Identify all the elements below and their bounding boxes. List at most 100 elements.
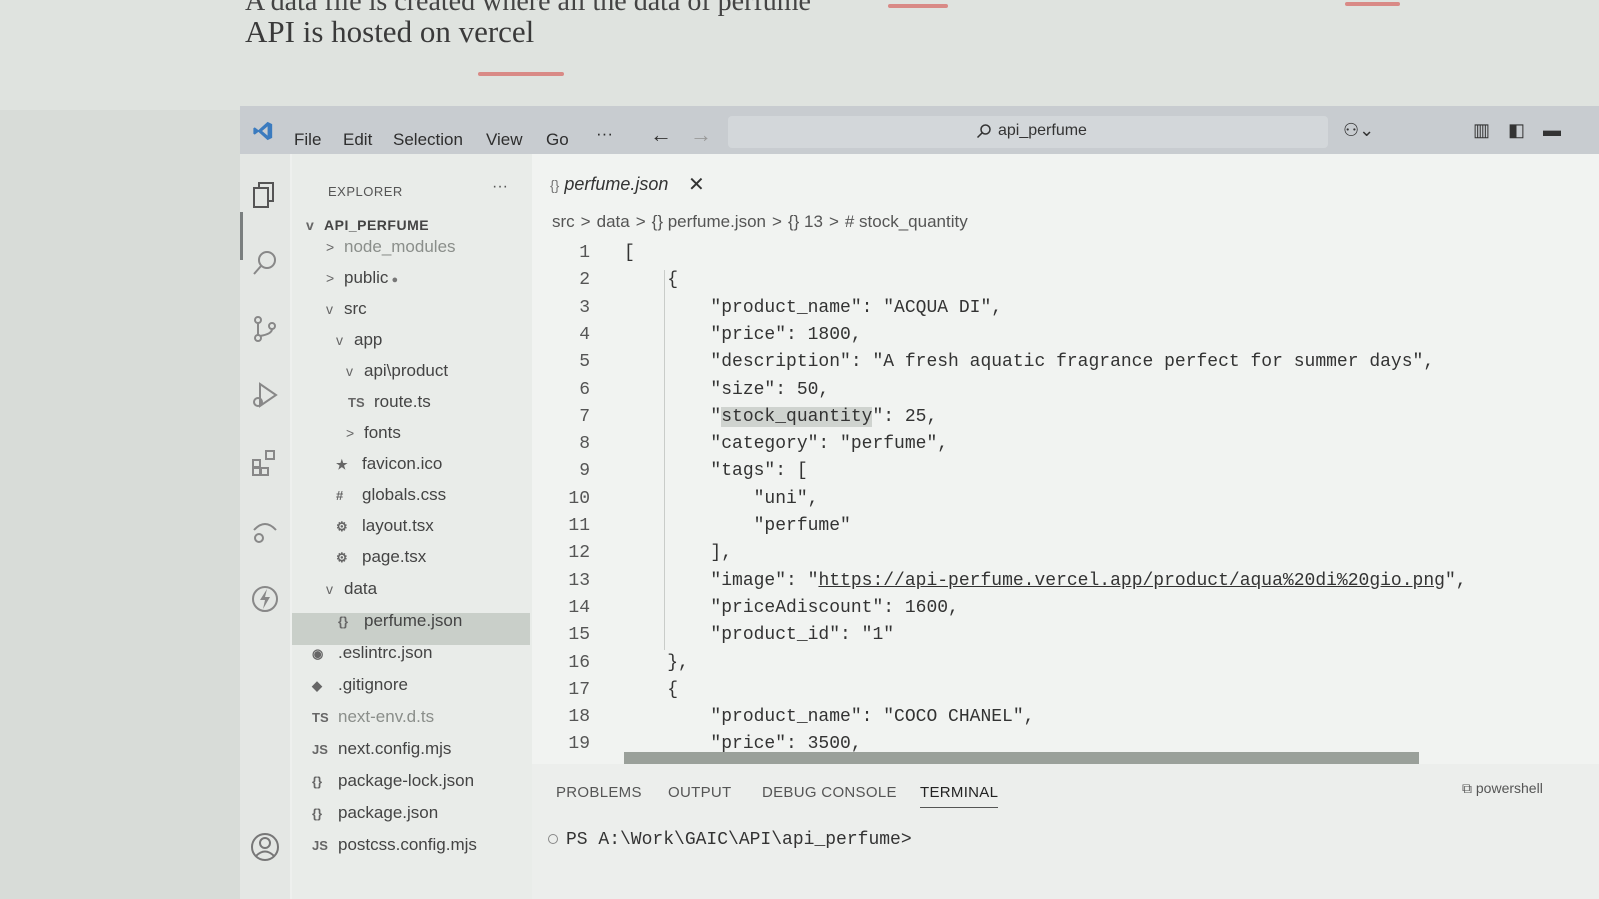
code-line: 18 "product_name": "COCO CHANEL", [532,704,1599,731]
customize-layout-icon[interactable]: ▥ [1473,120,1490,141]
tab-debug-console[interactable]: DEBUG CONSOLE [762,784,897,801]
copilot-icon[interactable]: ⚇⌄ [1343,120,1374,141]
tree-item[interactable]: ◆ .gitignore [312,672,408,698]
tree-item-label: page.tsx [362,547,427,566]
breadcrumb-item[interactable]: data [597,212,630,231]
code-text: "tags": [ [624,461,808,482]
code-text: "category": "perfume", [624,434,949,455]
line-number: 13 [568,570,590,591]
tree-item[interactable]: ★ favicon.ico [336,451,442,477]
explorer-more-button[interactable]: ··· [492,178,508,196]
breadcrumb-item[interactable]: src [552,212,575,231]
breadcrumb-separator: > [580,212,591,231]
tab-perfume-json[interactable]: {} perfume.json [550,174,668,195]
tree-item[interactable]: TS next-env.d.ts [312,704,434,730]
close-icon[interactable]: ✕ [688,172,705,197]
tree-item[interactable]: JS postcss.config.mjs [312,832,477,858]
breadcrumb-item[interactable]: # stock_quantity [845,212,968,231]
code-text: "stock_quantity": 25, [624,406,938,427]
chevron-down-icon: v [306,217,315,233]
code-text: "description": "A fresh aquatic fragranc… [624,352,1435,373]
tree-item[interactable]: ◉ .eslintrc.json [312,640,432,666]
tree-item[interactable]: JS next.config.mjs [312,736,451,762]
terminal-prompt-text: PS A:\Work\GAIC\API\api_perfume> [566,830,912,850]
tree-item[interactable]: ⚙ layout.tsx [336,513,434,539]
tab-output[interactable]: OUTPUT [668,784,731,801]
tree-item[interactable]: ⚙ page.tsx [336,544,426,570]
search-icon[interactable] [250,248,280,278]
menu-selection[interactable]: Selection [393,130,463,150]
explorer-header: EXPLORER [328,184,403,199]
tree-item-label: route.ts [374,392,431,411]
menu-go[interactable]: Go [546,130,569,150]
code-text: ], [624,543,733,564]
tree-item[interactable]: > node_modules [326,234,456,260]
file-type-icon: {} [312,806,323,821]
breadcrumb-item[interactable]: {} 13 [788,212,823,231]
toggle-panel-icon[interactable]: ▬ [1543,120,1561,141]
breadcrumb-separator: > [635,212,646,231]
title-bar: File Edit Selection View Go ··· ← → api_… [240,106,1599,154]
url-link[interactable]: https://api-perfume.vercel.app/product/a… [818,571,1445,591]
tree-item[interactable]: {} perfume.json [338,608,462,634]
file-type-icon: ⚙ [336,519,348,534]
menu-edit[interactable]: Edit [343,130,372,150]
file-type-icon: TS [312,710,329,725]
line-number: 9 [579,461,590,482]
tree-item[interactable]: v data [326,576,377,602]
toggle-sidebar-icon[interactable]: ◧ [1508,120,1525,141]
tree-item-label: api\product [364,361,449,380]
code-line: 11 "perfume" [532,513,1599,540]
remote-explorer-icon[interactable] [250,516,280,546]
slide-accent-line [478,72,564,76]
account-icon[interactable] [250,832,280,862]
code-line: 5 "description": "A fresh aquatic fragra… [532,349,1599,376]
tree-item-label: globals.css [362,485,447,504]
back-arrow-icon[interactable]: ← [650,122,672,148]
source-control-icon[interactable] [250,314,280,344]
tree-item[interactable]: > fonts [346,420,401,446]
lightning-icon[interactable] [250,584,280,614]
tree-item[interactable]: {} package.json [312,800,438,826]
line-number: 14 [568,597,590,618]
breadcrumb: src > data > {} perfume.json > {} 13 > # stock_q… [552,212,974,232]
code-line: 17 { [532,677,1599,704]
menu-view[interactable]: View [486,130,523,150]
file-type-icon: ★ [336,457,348,472]
breadcrumb-item[interactable]: {} perfume.json [652,212,766,231]
status-circle-icon [548,834,558,845]
line-number: 3 [579,297,590,318]
command-center-search[interactable]: api_perfume [728,116,1328,148]
file-type-icon: ◆ [312,678,322,693]
tree-item[interactable]: # globals.css [336,482,446,508]
extensions-icon[interactable] [250,448,280,478]
code-line: 16 }, [532,650,1599,677]
explorer-files-icon[interactable] [250,180,280,210]
tree-item-label: package-lock.json [338,771,475,790]
code-text: "product_name": "COCO CHANEL", [624,707,1035,728]
active-indicator [240,212,243,260]
tree-item[interactable]: TS route.ts [348,389,431,415]
code-text: "product_name": "ACQUA DI", [624,297,1003,318]
code-line: 15 "product_id": "1" [532,622,1599,649]
code-text: { [624,679,679,700]
explorer-sidebar: EXPLORER ··· v API_PERFUME > node_modules >… [292,154,532,899]
line-number: 7 [579,406,590,427]
line-number: 10 [568,488,590,509]
tree-item[interactable]: > public ● [326,265,398,291]
tree-item[interactable]: v api\product [346,358,448,384]
tree-item[interactable]: v src [326,296,367,322]
tree-item-label: postcss.config.mjs [338,835,477,854]
vscode-logo-icon [253,121,273,141]
tab-problems[interactable]: PROBLEMS [556,784,642,801]
terminal-shell-selector[interactable]: ⧉ powershell [1462,780,1543,797]
terminal-prompt[interactable]: PS A:\Work\GAIC\API\api_perfume> [548,830,912,850]
tab-terminal[interactable]: TERMINAL [920,784,999,808]
menu-more[interactable]: ··· [596,124,613,144]
run-debug-icon[interactable] [250,380,280,410]
tree-item[interactable]: v app [336,327,382,353]
tree-item[interactable]: {} package-lock.json [312,768,474,794]
json-file-icon: {} [550,177,560,193]
forward-arrow-icon[interactable]: → [690,122,712,148]
menu-file[interactable]: File [294,130,321,150]
